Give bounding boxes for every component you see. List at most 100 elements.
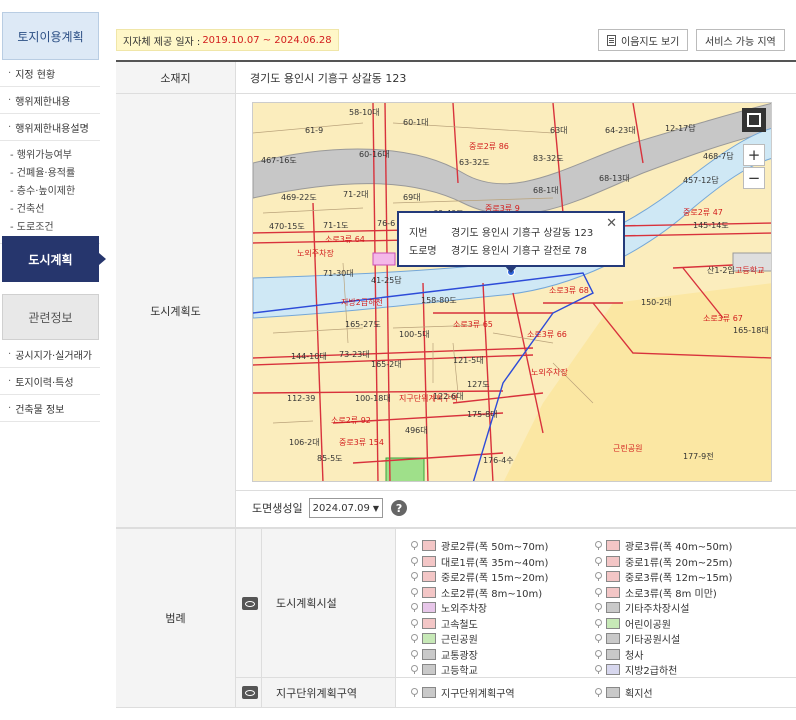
pin-icon — [594, 649, 602, 659]
map-label: 127도 — [467, 380, 490, 389]
legend-swatch — [606, 687, 620, 699]
map-label: 71-30대 — [323, 269, 354, 278]
eye-icon[interactable] — [242, 686, 258, 699]
legend-swatch — [422, 602, 436, 614]
map-label: 112-39 — [287, 394, 315, 403]
eum-map-button[interactable]: 이음지도 보기 — [598, 29, 689, 51]
map-label: 63대 — [550, 126, 568, 135]
sidebar-item-restriction-desc[interactable]: · 행위제한내용설명 — [0, 114, 100, 141]
legend-item: 지구단위계획구역 — [410, 685, 515, 701]
legend-item: 기타공원시설 — [594, 631, 732, 647]
map-label: 12-17답 — [665, 123, 696, 133]
legend-swatch — [606, 633, 620, 645]
map-label: 소로3류 68 — [549, 286, 589, 295]
pin-icon — [410, 688, 418, 698]
chevron-down-icon: ▼ — [372, 503, 380, 513]
map-label: 소로3류 65 — [453, 320, 493, 329]
legend-swatch — [422, 586, 436, 598]
zoom-out-button[interactable]: − — [743, 167, 765, 189]
legend-item: 청사 — [594, 647, 732, 663]
legend-item-label: 기타주차장시설 — [625, 604, 690, 616]
sidebar-sub-item[interactable]: - 도로조건 — [10, 219, 100, 237]
sidebar-sub-item[interactable]: - 건축선 — [10, 201, 100, 219]
pin-icon — [410, 541, 418, 551]
legend-swatch — [606, 617, 620, 629]
sidebar-item-label: 건축물 정보 — [15, 404, 65, 416]
sidebar-item-building-info[interactable]: · 건축물 정보 — [0, 395, 100, 422]
map-label: 중로2류 47 — [683, 208, 723, 217]
provide-date-range: 2019.10.07 ~ 2024.06.28 — [202, 34, 332, 46]
legend-group2-left: 지구단위계획구역 — [410, 685, 515, 701]
map-label: 121-5대 — [453, 356, 484, 365]
bullet-icon: · — [8, 94, 12, 106]
legend-item: 고등학교 — [410, 662, 548, 678]
bullet-icon: · — [8, 67, 12, 79]
map-label: 470-15도 — [269, 222, 305, 231]
map-label: 106-2대 — [289, 438, 320, 447]
legend-swatch — [606, 571, 620, 583]
legend-item-label: 고등학교 — [441, 666, 478, 678]
map-label: 175-8대 — [467, 410, 498, 419]
eye-icon[interactable] — [242, 597, 258, 610]
service-area-button[interactable]: 서비스 가능 지역 — [696, 29, 785, 51]
zoom-in-button[interactable]: + — [743, 144, 765, 166]
legend-group1-right: 광로3류(폭 40m~50m) 중로1류(폭 20m~25m) 중로3류(폭 12m… — [594, 538, 732, 678]
pin-icon — [594, 618, 602, 628]
map-label: 467-16도 — [261, 156, 297, 165]
sidebar-sub-item[interactable]: - 행위가능여부 — [10, 147, 100, 165]
legend-item: 근린공원 — [410, 631, 548, 647]
map-date-select[interactable]: 2024.07.09 ▼ — [308, 498, 384, 518]
legend-item: 소로2류(폭 8m~10m) — [410, 585, 548, 601]
map-label: 소로3류 67 — [703, 314, 743, 323]
legend-swatch — [422, 664, 436, 676]
help-icon[interactable]: ? — [391, 500, 408, 516]
map-labels-layer: 58-10대60-1대63대 64-23대 12-17답61-960-16대중로2류… — [261, 108, 769, 465]
legend-item-label: 중로3류(폭 12m~15m) — [625, 573, 733, 585]
map-label: 61-9 — [305, 126, 323, 135]
popup-close-icon[interactable]: ✕ — [606, 216, 617, 231]
map-label: 노외주차장 — [531, 367, 568, 377]
legend-swatch — [606, 648, 620, 660]
sidebar-header[interactable]: 토지이용계획 — [2, 12, 99, 60]
expand-icon — [747, 113, 761, 127]
map-label: 76-6 — [377, 219, 395, 228]
legend-item-label: 획지선 — [625, 689, 653, 701]
sidebar-item-designation[interactable]: · 지정 현황 — [0, 60, 100, 87]
map-label: 158-80도 — [421, 296, 457, 305]
sidebar-item-land-price[interactable]: · 공시지가·실거래가 — [0, 341, 100, 368]
related-info-menu: · 공시지가·실거래가 · 토지이력·특성 · 건축물 정보 — [0, 341, 100, 422]
legend-label: 범례 — [116, 528, 236, 708]
bullet-icon: · — [8, 121, 12, 133]
legend-item-label: 광로3류(폭 40m~50m) — [625, 542, 733, 554]
legend-item: 광로3류(폭 40m~50m) — [594, 538, 732, 554]
pin-icon — [410, 556, 418, 566]
map-label: 소로3류 66 — [527, 330, 567, 339]
location-label: 소재지 — [116, 62, 236, 94]
map-label: 83-32도 — [533, 154, 564, 163]
map-label: 64-23대 — [605, 126, 636, 135]
sidebar-sub-item[interactable]: - 건폐율·용적률 — [10, 165, 100, 183]
pin-icon — [410, 618, 418, 628]
related-info-header[interactable]: 관련정보 — [2, 294, 99, 340]
eum-map-button-label: 이음지도 보기 — [621, 36, 680, 48]
bullet-icon: · — [8, 348, 12, 360]
legend-swatch — [422, 633, 436, 645]
map-label: 산1-2임 — [707, 265, 735, 275]
legend-item: 대로1류(폭 35m~40m) — [410, 554, 548, 570]
pin-icon — [410, 634, 418, 644]
map-expand-button[interactable] — [742, 108, 766, 132]
pin-icon — [594, 587, 602, 597]
service-area-button-label: 서비스 가능 지역 — [705, 36, 776, 48]
sidebar-item-land-history[interactable]: · 토지이력·특성 — [0, 368, 100, 395]
legend-swatch — [422, 617, 436, 629]
map-label: 근린공원 — [613, 443, 642, 453]
sidebar-item-urban-plan[interactable]: 도시계획 — [2, 236, 106, 282]
popup-jibun-label: 지번 — [409, 228, 428, 239]
map-label: 176-4수 — [483, 456, 514, 465]
sidebar-sub-item[interactable]: - 층수·높이제한 — [10, 183, 100, 201]
sidebar-item-restrictions[interactable]: · 행위제한내용 — [0, 87, 100, 114]
sidebar-item-label: 토지이력·특성 — [15, 377, 74, 389]
urban-plan-map[interactable]: 58-10대 60-1대 63대 64-23대 12-17답 61-9 60-16대 중로2류… — [252, 102, 772, 482]
legend-item-label: 교통광장 — [441, 650, 478, 662]
map-label: 소로3류 64 — [325, 235, 365, 244]
